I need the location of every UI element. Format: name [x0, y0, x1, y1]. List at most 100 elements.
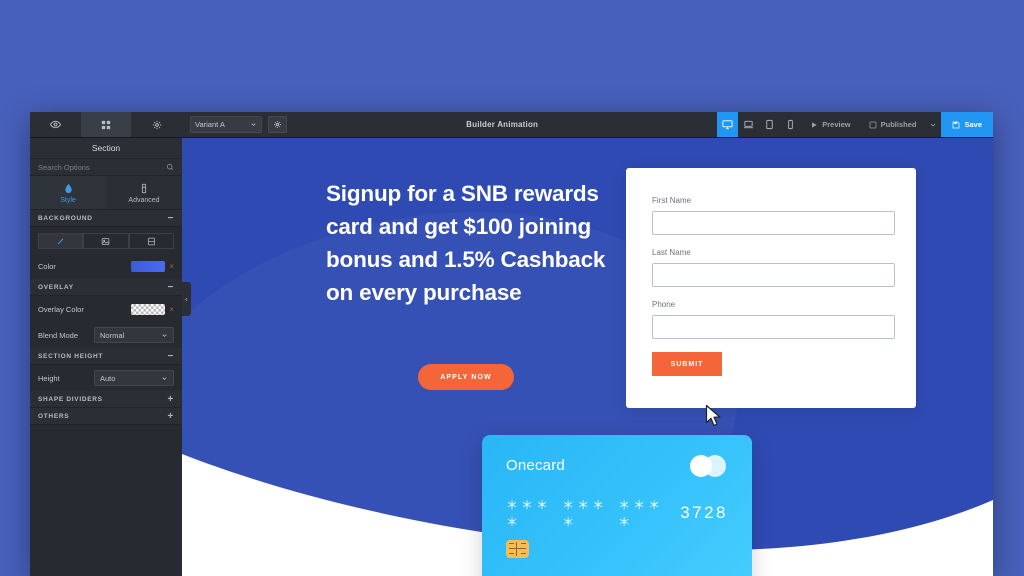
- brush-icon: [57, 238, 64, 244]
- variant-value: Variant A: [195, 120, 225, 129]
- variant-controls: Variant A: [182, 112, 287, 137]
- chevron-down-icon: [162, 333, 167, 337]
- first-name-input[interactable]: [652, 211, 895, 235]
- blend-mode-select[interactable]: Normal: [94, 327, 174, 343]
- preview-label: Preview: [822, 120, 851, 129]
- signup-form-card: First Name Last Name Phone SUBMIT: [626, 168, 916, 408]
- apply-now-label: APPLY NOW: [440, 373, 492, 381]
- published-label: Published: [880, 120, 917, 129]
- card-chip-icon: [506, 540, 529, 558]
- card-number-group-2: ＊＊＊＊: [562, 498, 608, 529]
- page-canvas: Signup for a SNB rewards card and get $1…: [182, 138, 993, 576]
- card-number: ＊＊＊＊ ＊＊＊＊ ＊＊＊＊ 3728: [506, 496, 728, 530]
- device-mobile-button[interactable]: [780, 112, 801, 137]
- first-name-label: First Name: [652, 196, 692, 205]
- chevron-left-icon: [185, 297, 188, 301]
- collapse-toggle-icon[interactable]: −: [167, 282, 174, 293]
- section-header-section-height[interactable]: SECTION HEIGHT −: [30, 348, 182, 365]
- variant-select[interactable]: Variant A: [190, 116, 262, 133]
- expand-toggle-icon[interactable]: +: [167, 394, 174, 405]
- variant-settings-button[interactable]: [268, 116, 287, 133]
- published-button[interactable]: Published: [860, 112, 926, 137]
- card-number-group-1: ＊＊＊＊: [506, 498, 552, 529]
- overlay-color-row: Overlay Color ×: [30, 296, 182, 322]
- last-name-label: Last Name: [652, 248, 691, 257]
- background-type-gradient-button[interactable]: [128, 233, 174, 249]
- submit-button[interactable]: SUBMIT: [652, 352, 722, 376]
- background-color-label: Color: [38, 261, 56, 271]
- device-desktop-button[interactable]: [717, 112, 739, 137]
- background-color-swatch[interactable]: [131, 260, 166, 272]
- section-header-background[interactable]: BACKGROUND −: [30, 210, 182, 227]
- chevron-down-icon: [162, 376, 167, 380]
- background-type-color-button[interactable]: [38, 233, 84, 249]
- card-network-logo-icon: [690, 455, 728, 477]
- credit-card-graphic: Onecard ＊＊＊＊ ＊＊＊＊ ＊＊＊＊ 3728 Card Holder …: [482, 435, 752, 576]
- gear-icon[interactable]: [131, 112, 182, 137]
- editor-window: Variant A Builder Animation Preview Publ…: [30, 112, 993, 576]
- toolbar-left-icons: [30, 112, 182, 137]
- background-color-clear-icon[interactable]: ×: [169, 262, 174, 271]
- overlay-color-clear-icon[interactable]: ×: [169, 305, 174, 314]
- options-panel: Section Style Advanced BACKGR: [30, 138, 182, 576]
- background-type-image-button[interactable]: [83, 233, 129, 249]
- section-header-shape-dividers[interactable]: SHAPE DIVIDERS +: [30, 391, 182, 408]
- background-color-row: Color ×: [30, 253, 182, 279]
- section-header-overlay-label: OVERLAY: [38, 283, 74, 291]
- search-input[interactable]: [38, 162, 148, 172]
- background-type-group: [30, 227, 182, 253]
- section-header-background-label: BACKGROUND: [38, 214, 93, 222]
- preview-button[interactable]: Preview: [801, 112, 859, 137]
- publish-dropdown-button[interactable]: [925, 112, 941, 137]
- height-label: Height: [38, 373, 60, 383]
- collapse-toggle-icon[interactable]: −: [167, 351, 174, 362]
- overlay-color-swatch[interactable]: [131, 303, 166, 315]
- panel-collapse-handle[interactable]: [182, 282, 191, 316]
- chevron-down-icon: [931, 123, 936, 127]
- save-disk-icon: [953, 121, 960, 128]
- grid-icon[interactable]: [80, 112, 132, 137]
- expand-toggle-icon[interactable]: +: [167, 411, 174, 422]
- section-header-others[interactable]: OTHERS +: [30, 408, 182, 425]
- tab-style[interactable]: Style: [30, 176, 106, 210]
- chevron-down-icon: [251, 123, 256, 126]
- panel-tabs: Style Advanced: [30, 176, 182, 210]
- section-header-shape-dividers-label: SHAPE DIVIDERS: [38, 395, 103, 403]
- height-select[interactable]: Auto: [94, 370, 174, 386]
- phone-input[interactable]: [652, 315, 895, 339]
- apply-now-button[interactable]: APPLY NOW: [418, 364, 514, 390]
- droplet-icon: [64, 183, 72, 193]
- blend-mode-row: Blend Mode Normal: [30, 322, 182, 348]
- card-number-group-3: ＊＊＊＊: [618, 498, 664, 529]
- device-laptop-button[interactable]: [738, 112, 759, 137]
- document-title: Builder Animation: [466, 120, 539, 129]
- tab-style-label: Style: [60, 196, 76, 204]
- collapse-toggle-icon[interactable]: −: [167, 213, 174, 224]
- search-icon: [166, 163, 173, 170]
- gear-icon: [274, 121, 281, 128]
- phone-label: Phone: [652, 300, 676, 309]
- device-tablet-button[interactable]: [759, 112, 780, 137]
- background-color-control: ×: [131, 260, 174, 272]
- sliders-icon: [141, 183, 147, 193]
- gradient-icon: [147, 237, 155, 245]
- save-button[interactable]: Save: [941, 112, 993, 137]
- editor-toolbar: Variant A Builder Animation Preview Publ…: [30, 112, 993, 138]
- blend-mode-label: Blend Mode: [38, 330, 79, 340]
- preview-eye-icon[interactable]: [30, 112, 81, 137]
- last-name-input[interactable]: [652, 263, 895, 287]
- device-switcher: [717, 112, 801, 137]
- toolbar-right: Preview Published Save: [717, 112, 993, 137]
- tab-advanced[interactable]: Advanced: [106, 176, 182, 210]
- search-options-row[interactable]: [30, 158, 182, 176]
- save-label: Save: [964, 120, 982, 129]
- tab-advanced-label: Advanced: [128, 196, 160, 204]
- section-header-overlay[interactable]: OVERLAY −: [30, 279, 182, 296]
- mouse-cursor: [705, 404, 721, 427]
- height-value: Auto: [100, 373, 116, 383]
- section-header-section-height-label: SECTION HEIGHT: [38, 352, 104, 360]
- publish-icon: [869, 121, 876, 128]
- overlay-color-control: ×: [131, 303, 174, 315]
- play-icon: [812, 121, 817, 128]
- blend-mode-value: Normal: [100, 330, 125, 340]
